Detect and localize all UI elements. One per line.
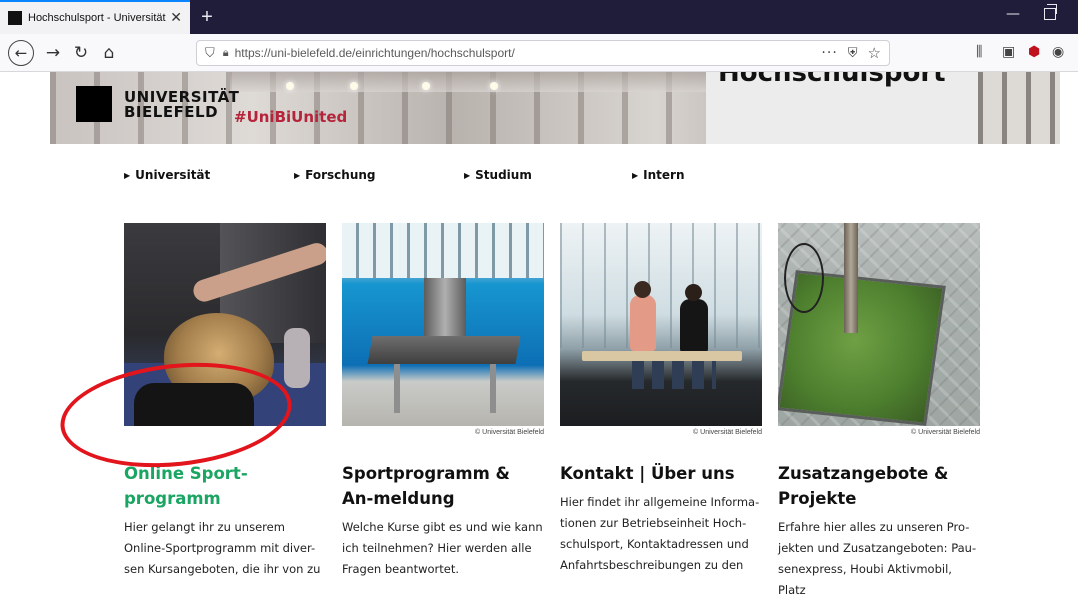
sidebar-icon[interactable]: ▣	[1002, 44, 1015, 60]
image-detail	[560, 223, 762, 348]
image-detail	[632, 361, 716, 389]
nav-item-forschung[interactable]: ▶ Forschung	[294, 168, 376, 182]
lock-icon[interactable]: 🔒︎	[223, 46, 229, 60]
card-title[interactable]: Kontakt | Über uns	[560, 461, 762, 486]
image-detail	[784, 243, 824, 313]
image-detail	[342, 223, 544, 278]
image-credit: © Universität Bielefeld	[693, 429, 762, 436]
card-image-bench[interactable]	[560, 223, 762, 426]
forward-icon[interactable]: →	[40, 40, 66, 66]
library-icon[interactable]: ⫼	[976, 44, 982, 60]
minimize-icon[interactable]: —	[1006, 6, 1020, 22]
new-tab-button[interactable]: +	[194, 4, 220, 30]
ublock-icon[interactable]: ⬢	[1028, 44, 1040, 60]
image-detail	[367, 336, 521, 364]
shield-icon[interactable]: ⛉	[205, 46, 215, 61]
image-detail	[284, 328, 310, 388]
card-text: Hier gelangt ihr zu unserem Online-Sport…	[124, 520, 321, 576]
image-detail	[634, 281, 651, 298]
back-icon[interactable]: ←	[8, 40, 34, 66]
hero-ceiling	[230, 72, 706, 92]
image-detail	[685, 284, 702, 301]
navigation-toolbar: ← → ↻ ⌂ ⛉ 🔒︎ https://uni-bielefeld.de/ei…	[0, 34, 1078, 72]
triangle-right-icon: ▶	[632, 171, 639, 180]
triangle-right-icon: ▶	[294, 171, 301, 180]
image-credit: © Universität Bielefeld	[475, 429, 544, 436]
teaser-card-sportprogramm[interactable]: © Universität Bielefeld Sportprogramm & …	[342, 223, 544, 580]
image-detail	[394, 363, 400, 413]
triangle-right-icon: ▶	[464, 171, 471, 180]
tab-bar: Hochschulsport - Universität Bi ✕ + —	[0, 0, 1078, 34]
image-credit: © Universität Bielefeld	[911, 429, 980, 436]
image-detail	[582, 351, 742, 361]
nav-item-universitaet[interactable]: ▶ Universität	[124, 168, 210, 182]
url-bar[interactable]: ⛉ 🔒︎ https://uni-bielefeld.de/einrichtun…	[196, 40, 890, 66]
card-image-tree[interactable]	[778, 223, 980, 426]
nav-item-intern[interactable]: ▶ Intern	[632, 168, 685, 182]
ceiling-light	[286, 82, 294, 90]
restore-window-icon[interactable]	[1044, 4, 1057, 20]
card-text: Hier findet ihr allgemeine Informa-tione…	[560, 495, 760, 572]
reload-icon[interactable]: ↻	[68, 40, 94, 66]
university-name[interactable]: UNIVERSITÄT BIELEFELD	[124, 90, 239, 120]
card-title[interactable]: Online Sport- programm	[124, 461, 326, 511]
hero-image-right	[978, 72, 1060, 144]
card-text: Welche Kurse gibt es und wie kann ich te…	[342, 520, 543, 576]
triangle-right-icon: ▶	[124, 171, 131, 180]
hashtag: #UniBiUnited	[234, 108, 348, 126]
logo-line-2: BIELEFELD	[124, 103, 219, 121]
image-detail	[844, 223, 858, 333]
account-icon[interactable]: ◉	[1052, 44, 1064, 60]
hero-banner: Hochschulsport UNIVERSITÄT BIELEFELD #Un…	[50, 72, 1060, 144]
ceiling-light	[490, 82, 498, 90]
ceiling-light	[350, 82, 358, 90]
main-navigation: ▶ Universität ▶ Forschung ▶ Studium ▶ Intern	[124, 168, 844, 186]
nav-item-label: Studium	[475, 168, 532, 182]
ceiling-light	[422, 82, 430, 90]
nav-item-label: Intern	[643, 168, 685, 182]
nav-item-label: Forschung	[305, 168, 376, 182]
card-text: Erfahre hier alles zu unseren Pro-jekten…	[778, 520, 977, 597]
browser-tab[interactable]: Hochschulsport - Universität Bi ✕	[0, 0, 190, 34]
nav-item-studium[interactable]: ▶ Studium	[464, 168, 532, 182]
star-icon[interactable]: ☆	[868, 44, 881, 62]
tab-close-icon[interactable]: ✕	[170, 10, 182, 26]
card-image-pool[interactable]	[342, 223, 544, 426]
web-page: Hochschulsport UNIVERSITÄT BIELEFELD #Un…	[0, 72, 1078, 597]
pocket-icon[interactable]: ⛨	[848, 46, 858, 61]
card-title[interactable]: Zusatzangebote & Projekte	[778, 461, 980, 511]
favicon-icon	[8, 11, 22, 25]
tab-title: Hochschulsport - Universität Bi	[28, 12, 167, 24]
teaser-card-kontakt[interactable]: © Universität Bielefeld Kontakt | Über u…	[560, 223, 762, 576]
hero-title-panel: Hochschulsport	[706, 72, 978, 144]
home-icon[interactable]: ⌂	[96, 40, 122, 66]
nav-item-label: Universität	[135, 168, 211, 182]
image-detail	[490, 363, 496, 413]
page-title: Hochschulsport	[718, 72, 946, 88]
image-detail	[680, 299, 708, 353]
image-detail	[630, 295, 656, 351]
page-actions-icon[interactable]: ···	[821, 45, 837, 61]
teaser-card-zusatzangebote[interactable]: © Universität Bielefeld Zusatzangebote &…	[778, 223, 980, 601]
url-input[interactable]: https://uni-bielefeld.de/einrichtungen/h…	[235, 46, 816, 60]
university-logo-icon[interactable]	[76, 86, 112, 122]
card-title[interactable]: Sportprogramm & An-meldung	[342, 461, 544, 511]
